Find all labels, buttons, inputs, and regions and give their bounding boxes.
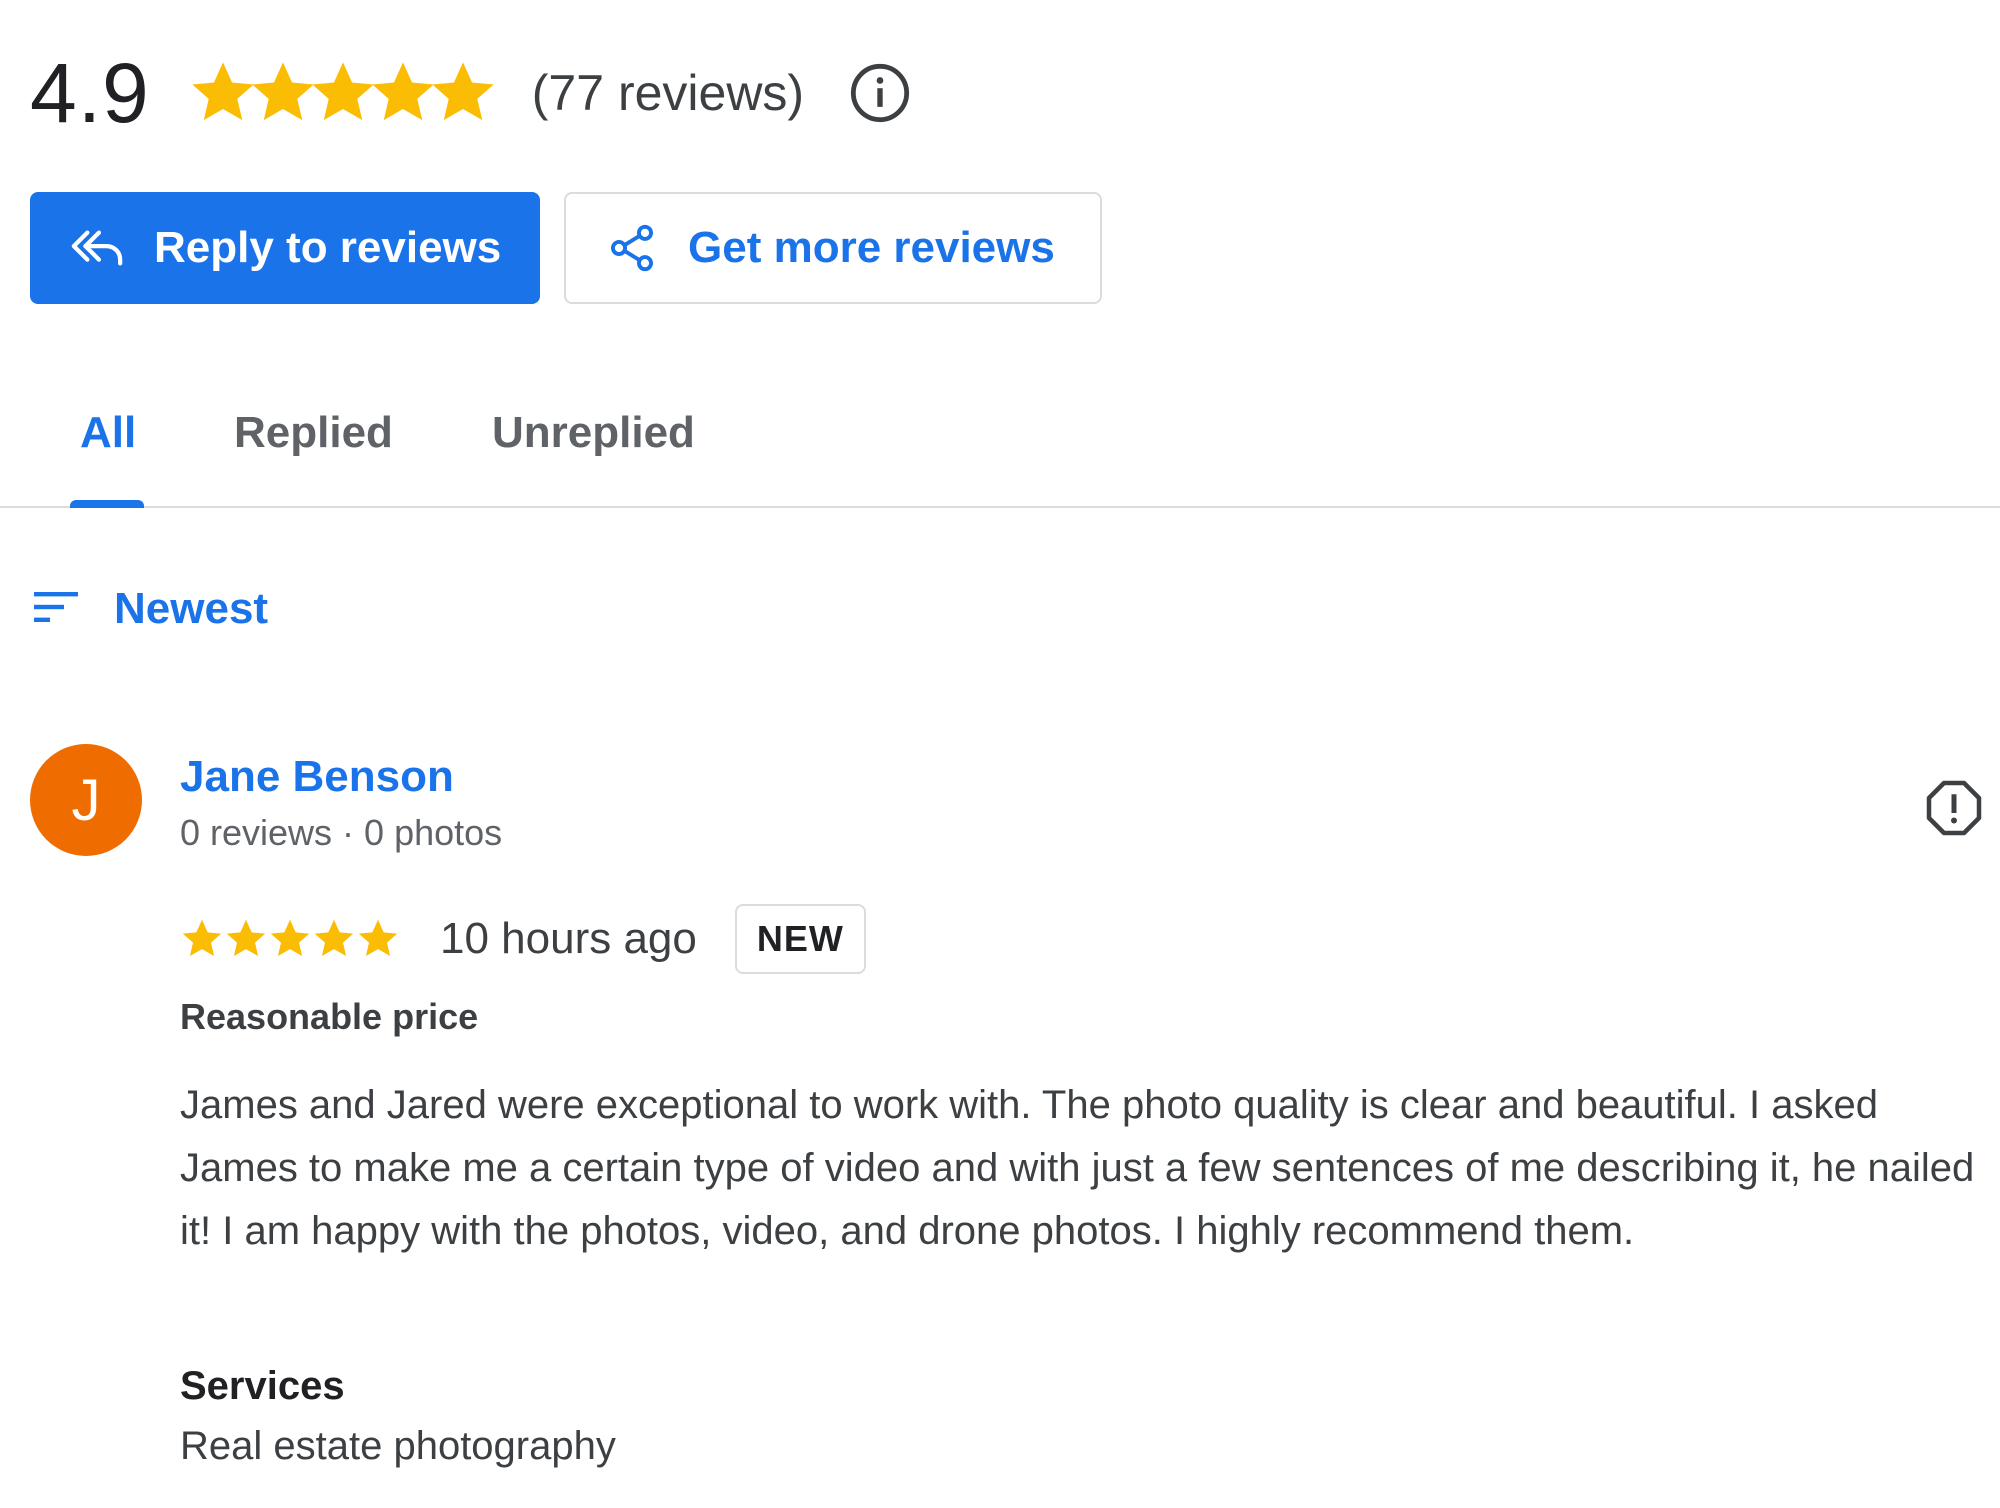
services-value: Real estate photography bbox=[180, 1424, 616, 1468]
tab-all[interactable]: All bbox=[80, 408, 136, 458]
star-icon bbox=[358, 919, 398, 957]
review-time: 10 hours ago bbox=[440, 914, 697, 963]
new-badge: NEW bbox=[734, 904, 866, 974]
reviewer-meta: 0 reviews · 0 photos bbox=[180, 812, 503, 853]
rating-summary: 4.9 (77 reviews) bbox=[30, 38, 912, 148]
reply-to-reviews-button[interactable]: Reply to reviews bbox=[30, 192, 540, 304]
review-stars bbox=[180, 917, 400, 961]
rating-stars bbox=[186, 58, 500, 128]
star-icon bbox=[226, 919, 266, 957]
sort-icon bbox=[34, 590, 82, 629]
get-more-reviews-label: Get more reviews bbox=[688, 223, 1055, 272]
reply-all-icon bbox=[70, 226, 124, 270]
review-highlight: Reasonable price bbox=[180, 996, 479, 1037]
tab-unreplied[interactable]: Unreplied bbox=[492, 408, 695, 458]
active-tab-indicator bbox=[70, 500, 144, 508]
share-icon bbox=[606, 222, 658, 274]
info-icon[interactable] bbox=[848, 61, 912, 125]
star-icon bbox=[182, 919, 222, 957]
review-count: (77 reviews) bbox=[531, 65, 805, 121]
services-label: Services bbox=[180, 1364, 345, 1408]
review-text: James and Jared were exceptional to work… bbox=[180, 1083, 1975, 1253]
sort-label: Newest bbox=[114, 584, 269, 633]
star-icon bbox=[314, 919, 354, 957]
sort-menu[interactable]: Newest bbox=[34, 584, 268, 634]
reviewer-name[interactable]: Jane Benson bbox=[180, 752, 454, 802]
star-icon bbox=[270, 919, 310, 957]
report-review-icon[interactable] bbox=[1924, 778, 1984, 843]
review-actions: Reply to reviews Get more reviews bbox=[30, 192, 1102, 304]
get-more-reviews-button[interactable]: Get more reviews bbox=[564, 192, 1102, 304]
average-rating: 4.9 bbox=[30, 46, 150, 140]
tab-replied[interactable]: Replied bbox=[234, 408, 393, 458]
reply-to-reviews-label: Reply to reviews bbox=[154, 223, 502, 272]
reviews-panel: 4.9 (77 reviews) Reply to reviews Get mo… bbox=[0, 0, 2000, 1508]
avatar[interactable]: J bbox=[30, 744, 142, 856]
star-icon bbox=[432, 62, 494, 121]
review-filter-tabs: All Replied Unreplied bbox=[0, 380, 2000, 508]
review-rating-row: 10 hours ago NEW bbox=[180, 904, 866, 974]
